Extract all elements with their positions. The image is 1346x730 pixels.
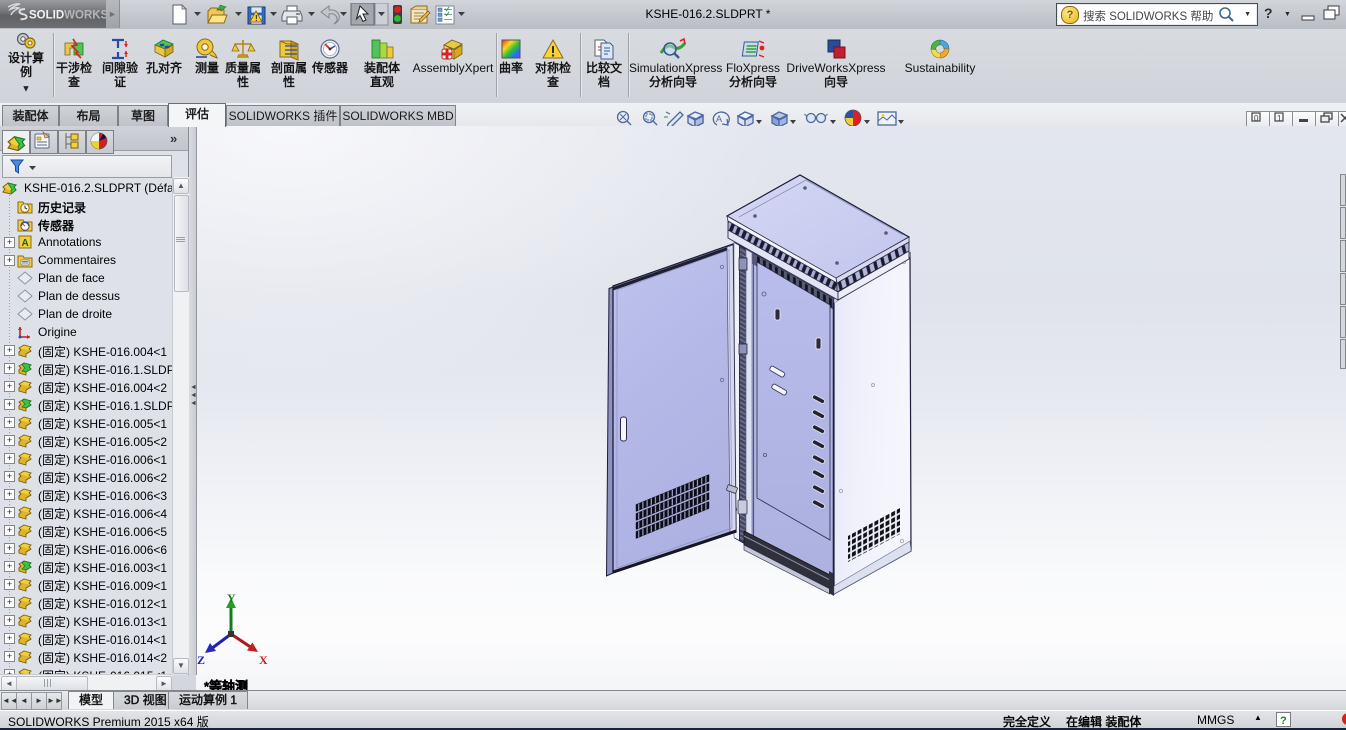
- svg-text:SOLIDWORKS: SOLIDWORKS: [29, 10, 106, 22]
- svg-text:0: 0: [1254, 114, 1259, 123]
- svg-text:Y: Y: [227, 591, 236, 605]
- svg-text:Z: Z: [197, 653, 205, 667]
- svg-text:1: 1: [1277, 114, 1282, 123]
- svg-text:!: !: [255, 14, 258, 23]
- svg-text:A: A: [716, 114, 722, 124]
- svg-text:?: ?: [1280, 715, 1287, 727]
- svg-text:X: X: [259, 653, 268, 667]
